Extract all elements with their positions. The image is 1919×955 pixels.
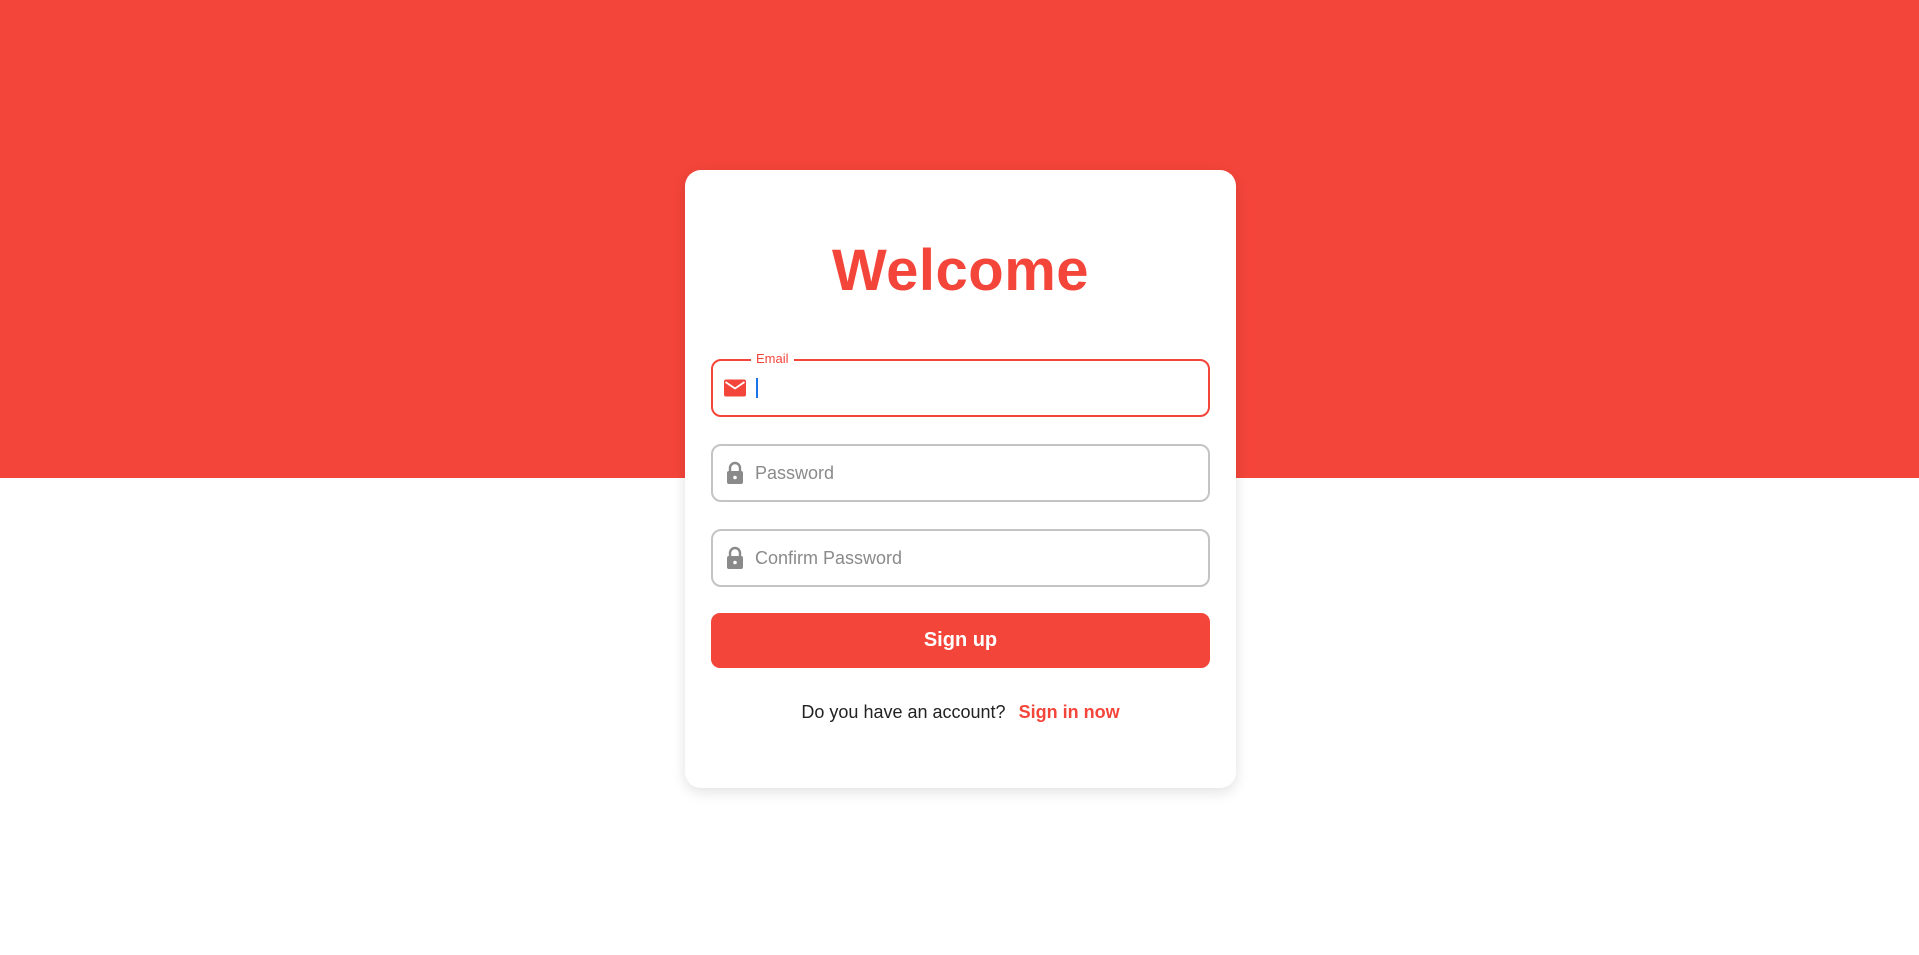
mail-icon [723, 376, 747, 400]
confirm-password-input[interactable] [755, 531, 1196, 585]
password-input[interactable] [755, 446, 1196, 500]
signin-prompt-text: Do you have an account? [801, 702, 1006, 722]
confirm-password-field[interactable] [711, 529, 1210, 587]
sign-in-link[interactable]: Sign in now [1019, 702, 1120, 722]
signin-prompt: Do you have an account? Sign in now [685, 702, 1236, 723]
email-field[interactable]: Email [711, 350, 1210, 417]
signup-card: Welcome Email Sign up Do you have an acc… [685, 170, 1236, 788]
lock-icon [723, 546, 747, 570]
sign-up-button[interactable]: Sign up [711, 613, 1210, 668]
page-title: Welcome [831, 238, 1090, 303]
email-input[interactable] [755, 361, 1196, 415]
lock-icon [723, 461, 747, 485]
text-caret [756, 378, 758, 398]
password-field[interactable] [711, 444, 1210, 502]
